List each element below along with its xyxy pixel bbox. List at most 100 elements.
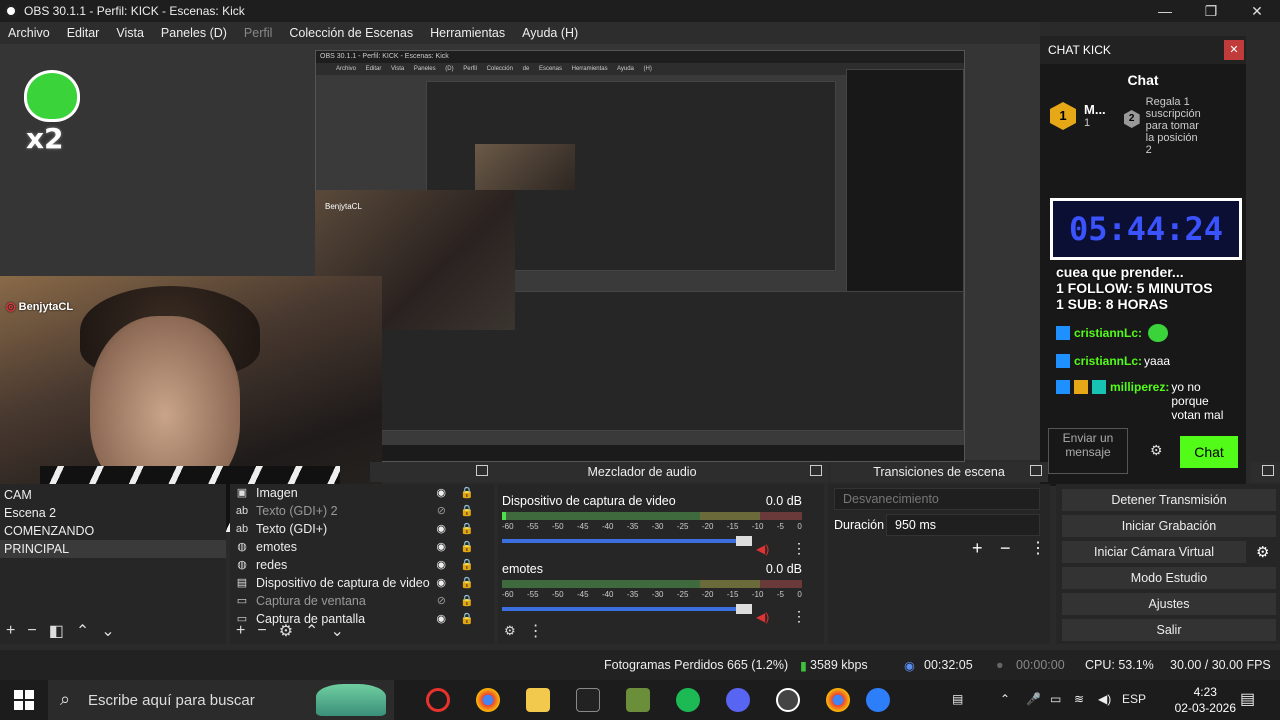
close-button[interactable]: ✕: [1234, 0, 1280, 22]
add-transition-icon[interactable]: +: [972, 538, 983, 559]
volume-icon[interactable]: ◀): [1098, 692, 1111, 706]
chat-send-button[interactable]: Chat: [1180, 436, 1238, 468]
menu-archivo[interactable]: Archivo: [8, 26, 50, 40]
visibility-eye-icon[interactable]: ◉: [436, 556, 446, 574]
visibility-hidden-icon[interactable]: ⊘: [437, 502, 446, 520]
taskbar-search[interactable]: ⌕ Escribe aquí para buscar: [48, 680, 394, 720]
menu-vista[interactable]: Vista: [116, 26, 144, 40]
advanced-audio-gear-icon[interactable]: ⚙: [504, 623, 516, 639]
remove-transition-icon[interactable]: −: [1000, 538, 1011, 559]
menu-perfil[interactable]: Perfil: [244, 26, 272, 40]
discord-icon[interactable]: [726, 688, 750, 712]
notifications-icon[interactable]: ▤: [1240, 689, 1255, 709]
move-down-icon[interactable]: ⌄: [101, 621, 114, 641]
preview-canvas[interactable]: OBS 30.1.1 - Perfil: KICK - Escenas: Kic…: [0, 44, 1040, 532]
spotify-icon[interactable]: [676, 688, 700, 712]
add-source-icon[interactable]: +: [236, 622, 245, 640]
lock-icon[interactable]: 🔒: [460, 520, 474, 538]
mixer-menu-icon[interactable]: ⋮: [528, 621, 544, 641]
help-icon[interactable]: [866, 688, 890, 712]
scene-filters-icon[interactable]: ◧: [49, 621, 64, 641]
virtual-camera-gear-icon[interactable]: ⚙: [1256, 543, 1269, 561]
undock-mixer-icon[interactable]: [810, 465, 822, 476]
undock-controls-icon[interactable]: [1262, 465, 1274, 476]
source-item[interactable]: ▤ Dispositivo de captura de video ◉ 🔒: [230, 574, 494, 592]
scene-item-selected[interactable]: PRINCIPAL: [0, 540, 226, 558]
start-recording-button[interactable]: Iniciar Grabación: [1062, 515, 1276, 537]
epic-games-icon[interactable]: [576, 688, 600, 712]
maximize-button[interactable]: ❐: [1188, 0, 1234, 22]
controls-dock-header: [1250, 462, 1280, 482]
sources-dock-header: [370, 462, 494, 482]
remove-source-icon[interactable]: −: [257, 622, 266, 640]
menu-editar[interactable]: Editar: [67, 26, 100, 40]
scene-item[interactable]: Escena 2: [0, 504, 226, 522]
language-indicator[interactable]: ESP: [1122, 692, 1146, 706]
move-down-icon[interactable]: ⌄: [330, 621, 343, 641]
add-scene-icon[interactable]: +: [6, 622, 15, 640]
remove-scene-icon[interactable]: −: [27, 622, 36, 640]
chat-settings-gear-icon[interactable]: ⚙: [1150, 442, 1163, 459]
transition-menu-icon[interactable]: ⋮: [1030, 538, 1046, 558]
menu-coleccion-escenas[interactable]: Colección de Escenas: [289, 26, 413, 40]
lock-icon[interactable]: 🔒: [460, 592, 474, 610]
chat-username[interactable]: milliperez:: [1110, 380, 1169, 394]
source-item[interactable]: ▭ Captura de ventana ⊘ 🔒: [230, 592, 494, 610]
stop-streaming-button[interactable]: Detener Transmisión: [1062, 489, 1276, 511]
chat-dock-close-button[interactable]: ✕: [1224, 40, 1244, 60]
opera-icon[interactable]: [426, 688, 450, 712]
wifi-icon[interactable]: ≋: [1074, 692, 1084, 706]
visibility-eye-icon[interactable]: ◉: [436, 484, 446, 502]
lock-icon[interactable]: 🔒: [460, 502, 474, 520]
start-virtual-camera-button[interactable]: Iniciar Cámara Virtual: [1062, 541, 1246, 563]
tray-chevron-icon[interactable]: ⌃: [1000, 692, 1010, 706]
move-up-icon[interactable]: ⌃: [305, 621, 318, 641]
mixer-toolbar: ⚙ ⋮: [498, 618, 824, 644]
source-item[interactable]: ▣ Imagen ◉ 🔒: [230, 484, 494, 502]
lock-icon[interactable]: 🔒: [460, 574, 474, 592]
undock-sources-icon[interactable]: [476, 465, 488, 476]
lock-icon[interactable]: 🔒: [460, 538, 474, 556]
chat-username[interactable]: cristiannLc:: [1074, 354, 1142, 368]
scene-item[interactable]: CAM: [0, 486, 226, 504]
lock-icon[interactable]: 🔒: [460, 484, 474, 502]
windows-start-icon[interactable]: [14, 690, 34, 710]
microphone-icon[interactable]: 🎤: [1026, 692, 1041, 706]
volume-fader[interactable]: [502, 536, 752, 546]
track-menu-icon[interactable]: ⋮: [792, 540, 806, 557]
source-item[interactable]: ab Texto (GDI+) 2 ⊘ 🔒: [230, 502, 494, 520]
source-properties-gear-icon[interactable]: ⚙: [279, 621, 293, 641]
transition-select[interactable]: Desvanecimiento: [834, 488, 1040, 510]
menu-paneles[interactable]: Paneles (D): [161, 26, 227, 40]
obs-taskbar-icon[interactable]: [776, 688, 800, 712]
studio-mode-button[interactable]: Modo Estudio: [1062, 567, 1276, 589]
source-item[interactable]: ◍ redes ◉ 🔒: [230, 556, 494, 574]
duration-input[interactable]: 950 ms: [886, 514, 1040, 536]
visibility-eye-icon[interactable]: ◉: [436, 574, 446, 592]
menu-ayuda[interactable]: Ayuda (H): [522, 26, 578, 40]
chat-username[interactable]: cristiannLc:: [1074, 326, 1142, 340]
visibility-eye-icon[interactable]: ◉: [436, 520, 446, 538]
lock-icon[interactable]: 🔒: [460, 556, 474, 574]
menu-herramientas[interactable]: Herramientas: [430, 26, 505, 40]
visibility-hidden-icon[interactable]: ⊘: [437, 592, 446, 610]
display-icon[interactable]: ▭: [1050, 692, 1061, 706]
settings-button[interactable]: Ajustes: [1062, 593, 1276, 615]
chrome-icon[interactable]: [476, 688, 500, 712]
mute-speaker-icon[interactable]: ◀): [756, 542, 769, 556]
volume-fader[interactable]: [502, 604, 752, 614]
file-explorer-icon[interactable]: [526, 688, 550, 712]
minimize-button[interactable]: —: [1142, 0, 1188, 22]
tray-app-icon[interactable]: ▤: [952, 692, 963, 706]
minecraft-icon[interactable]: [626, 688, 650, 712]
chat-message-input[interactable]: Enviar un mensaje: [1048, 428, 1128, 474]
chrome-icon[interactable]: [826, 688, 850, 712]
exit-button[interactable]: Salir: [1062, 619, 1276, 641]
undock-transitions-icon[interactable]: [1030, 465, 1042, 476]
move-up-icon[interactable]: ⌃: [76, 621, 89, 641]
visibility-eye-icon[interactable]: ◉: [436, 538, 446, 556]
source-item[interactable]: ◍ emotes ◉ 🔒: [230, 538, 494, 556]
source-item[interactable]: ab Texto (GDI+) ◉ 🔒: [230, 520, 494, 538]
taskbar-clock[interactable]: 4:23 02-03-2026: [1175, 684, 1236, 716]
scene-item[interactable]: COMENZANDO: [0, 522, 226, 540]
